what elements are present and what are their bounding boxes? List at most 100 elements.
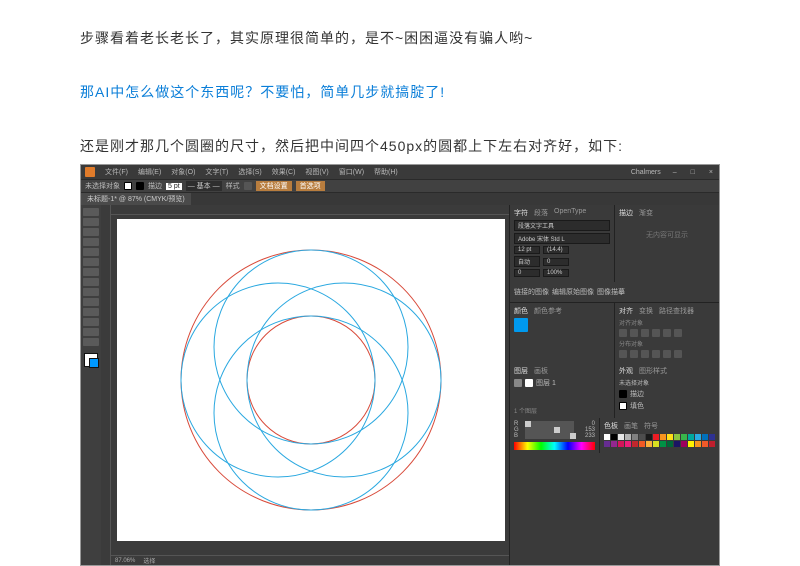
stroke-swatch-icon[interactable] (136, 182, 144, 190)
shape-tool-icon[interactable] (83, 248, 99, 256)
swatch-cell[interactable] (604, 434, 610, 440)
swatch-cell[interactable] (618, 441, 624, 447)
swatch-cell[interactable] (674, 434, 680, 440)
circle-mid-right[interactable] (247, 283, 441, 477)
tab-graphic-styles[interactable]: 图形样式 (639, 366, 667, 376)
swatch-cell[interactable] (632, 441, 638, 447)
swatch-cell[interactable] (681, 434, 687, 440)
tab-paragraph[interactable]: 段落 (534, 208, 548, 218)
tab-layers[interactable]: 图层 (514, 366, 528, 376)
swatch-cell[interactable] (646, 434, 652, 440)
tab-transform[interactable]: 变换 (639, 306, 653, 316)
align-bottom-icon[interactable] (674, 329, 682, 337)
appear-stroke-icon[interactable] (619, 390, 627, 398)
pen-tool-icon[interactable] (83, 228, 99, 236)
swatch-cell[interactable] (632, 434, 638, 440)
swatch-cell[interactable] (695, 434, 701, 440)
circle-mid-up[interactable] (214, 250, 408, 444)
direct-select-tool-icon[interactable] (83, 218, 99, 226)
link-trace[interactable]: 图像描摹 (597, 287, 625, 297)
swatch-cell[interactable] (639, 434, 645, 440)
swatch-cell[interactable] (653, 434, 659, 440)
swatch-cell[interactable] (611, 441, 617, 447)
menu-help[interactable]: 帮助(H) (374, 167, 398, 177)
fill-swatch-icon[interactable] (124, 182, 132, 190)
swatch-cell[interactable] (702, 441, 708, 447)
swatch-cell[interactable] (639, 441, 645, 447)
menu-object[interactable]: 对象(O) (171, 167, 195, 177)
link-edit[interactable]: 编辑原始图像 (552, 287, 594, 297)
dist-v-icon[interactable] (619, 350, 627, 358)
tab-align[interactable]: 对齐 (619, 306, 633, 316)
scale-tool-icon[interactable] (83, 298, 99, 306)
align-right-icon[interactable] (641, 329, 649, 337)
swatch-cell[interactable] (625, 441, 631, 447)
tab-artboards[interactable]: 画板 (534, 366, 548, 376)
tab-appearance[interactable]: 外观 (619, 366, 633, 376)
dist-l-icon[interactable] (641, 350, 649, 358)
tab-opentype[interactable]: OpenType (554, 208, 586, 218)
circle-mid-left[interactable] (181, 283, 375, 477)
rotate-tool-icon[interactable] (83, 288, 99, 296)
document-tab[interactable]: 未标题-1* @ 87% (CMYK/预览) (81, 193, 191, 205)
align-hcenter-icon[interactable] (630, 329, 638, 337)
fill-stroke-swatches[interactable] (84, 353, 98, 367)
color-swatch-icon[interactable] (514, 318, 528, 332)
font-size-field[interactable]: 12 pt (514, 246, 540, 254)
swatch-cell[interactable] (604, 441, 610, 447)
appear-fill-icon[interactable] (619, 402, 627, 410)
dist-t-icon[interactable] (663, 350, 671, 358)
hand-tool-icon[interactable] (83, 338, 99, 346)
swatch-cell[interactable] (709, 434, 715, 440)
zoom-level[interactable]: 87.06% (115, 558, 135, 564)
swatch-cell[interactable] (646, 441, 652, 447)
align-left-icon[interactable] (619, 329, 627, 337)
swatch-cell[interactable] (660, 441, 666, 447)
stroke-weight-field[interactable]: 5 pt (166, 183, 182, 190)
artboard-tool-icon[interactable] (83, 328, 99, 336)
menu-edit[interactable]: 编辑(E) (138, 167, 161, 177)
dist-b-icon[interactable] (674, 350, 682, 358)
tab-symbols[interactable]: 符号 (644, 421, 658, 431)
type-tool-icon[interactable] (83, 238, 99, 246)
menu-select[interactable]: 选择(S) (238, 167, 261, 177)
swatch-cell[interactable] (709, 441, 715, 447)
menu-file[interactable]: 文件(F) (105, 167, 128, 177)
align-vcenter-icon[interactable] (663, 329, 671, 337)
brush-field[interactable]: — 基本 — (186, 181, 222, 191)
link-image[interactable]: 链接的图像 (514, 287, 549, 297)
swatch-cell[interactable] (695, 441, 701, 447)
minimize-icon[interactable]: – (671, 169, 679, 176)
tab-brushes[interactable]: 画笔 (624, 421, 638, 431)
menu-view[interactable]: 视图(V) (305, 167, 328, 177)
menu-type[interactable]: 文字(T) (205, 167, 228, 177)
eraser-tool-icon[interactable] (83, 278, 99, 286)
tab-color-guide[interactable]: 颜色参考 (534, 306, 562, 316)
scale-field[interactable]: 100% (543, 269, 569, 277)
swatch-cell[interactable] (618, 434, 624, 440)
maximize-icon[interactable]: □ (689, 169, 697, 176)
swatch-cell[interactable] (653, 441, 659, 447)
dist-h-icon[interactable] (630, 350, 638, 358)
brush-tool-icon[interactable] (83, 258, 99, 266)
align-top-icon[interactable] (652, 329, 660, 337)
leading-field[interactable]: (14.4) (543, 246, 569, 254)
eyedropper-tool-icon[interactable] (83, 318, 99, 326)
tab-character[interactable]: 字符 (514, 208, 528, 218)
canvas[interactable] (111, 215, 509, 555)
swatch-cell[interactable] (688, 434, 694, 440)
style-swatch-icon[interactable] (244, 182, 252, 190)
kerning-field[interactable]: 自动 (514, 256, 540, 267)
preferences-button[interactable]: 首选项 (296, 181, 325, 191)
tab-stroke[interactable]: 描边 (619, 208, 633, 218)
swatch-cell[interactable] (667, 434, 673, 440)
baseline-field[interactable]: 0 (514, 269, 540, 277)
tab-gradient[interactable]: 渐变 (639, 208, 653, 218)
pencil-tool-icon[interactable] (83, 268, 99, 276)
tab-pathfinder[interactable]: 路径查找器 (659, 306, 694, 316)
swatch-cell[interactable] (681, 441, 687, 447)
dist-r-icon[interactable] (652, 350, 660, 358)
doc-settings-button[interactable]: 文档设置 (256, 181, 292, 191)
selection-tool-icon[interactable] (83, 208, 99, 216)
menu-window[interactable]: 窗口(W) (339, 167, 364, 177)
